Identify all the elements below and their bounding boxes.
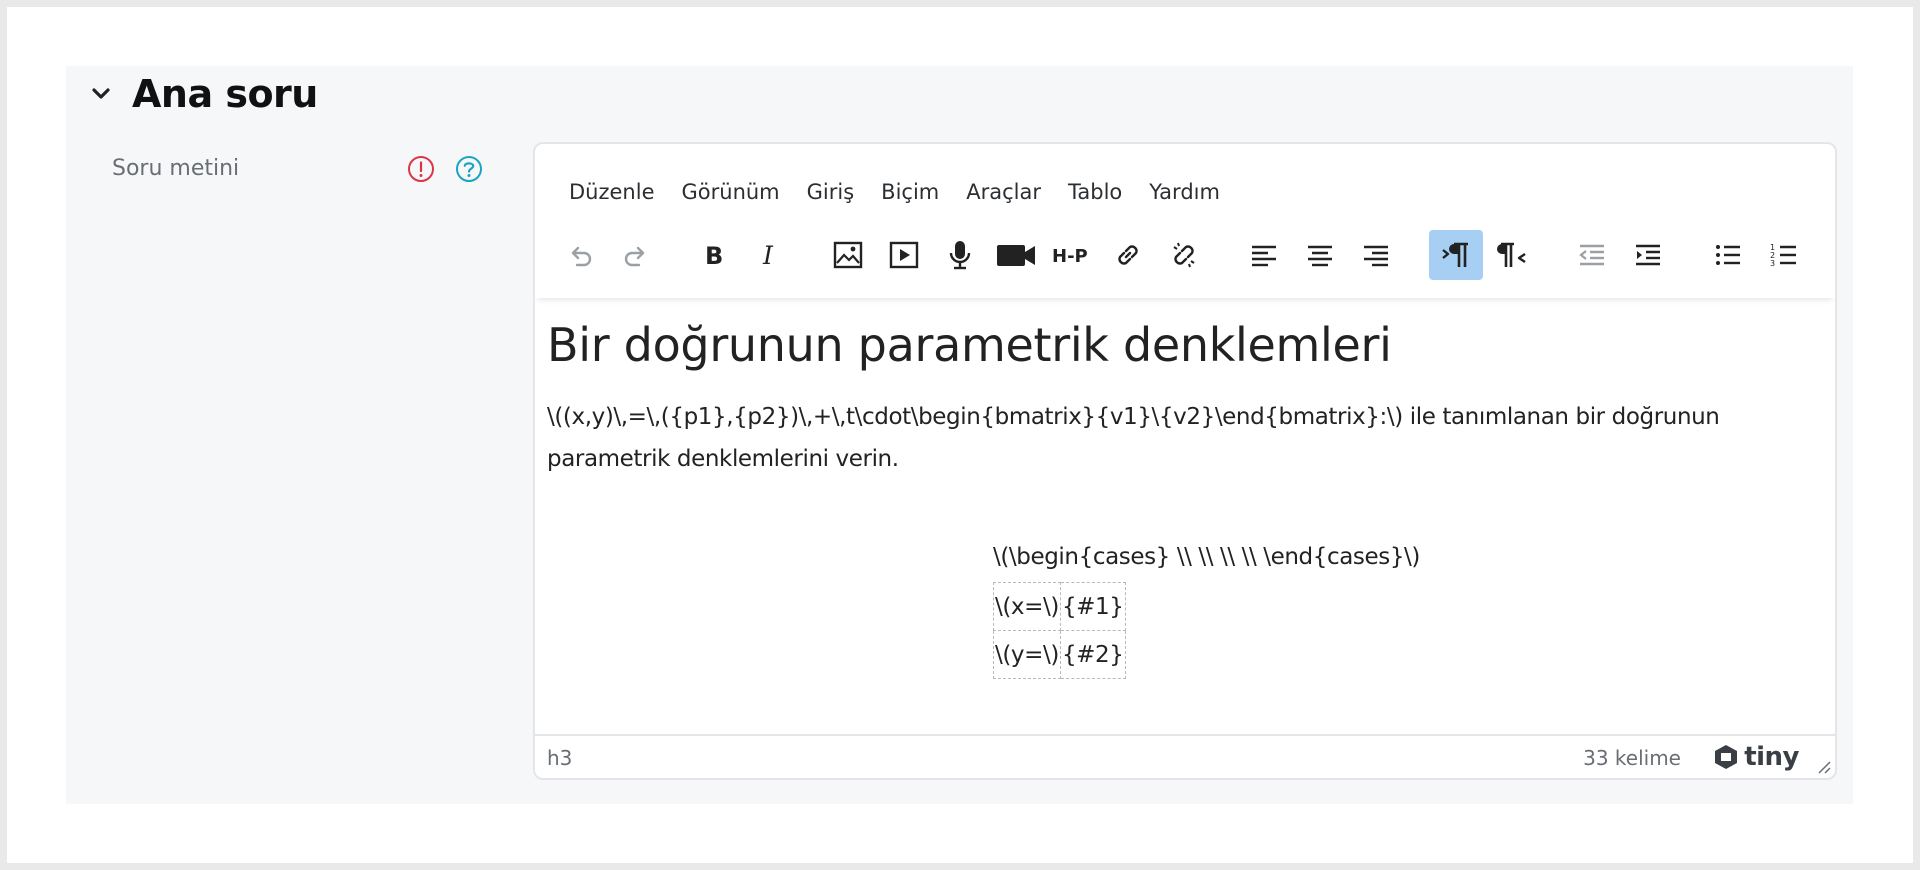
italic-icon: I xyxy=(762,241,774,270)
align-center-icon xyxy=(1308,245,1332,267)
unlink-button[interactable] xyxy=(1157,230,1211,280)
question-section: Ana soru Soru metini Düzenle Görünüm Gir… xyxy=(66,66,1853,804)
content-paragraph: \((x,y)\,=\,({p1},{p2})\,+\,t\cdot\begin… xyxy=(547,404,1720,472)
menu-view[interactable]: Görünüm xyxy=(682,180,780,204)
menu-tools[interactable]: Araçlar xyxy=(966,180,1041,204)
field-label: Soru metini xyxy=(112,156,240,181)
menu-help[interactable]: Yardım xyxy=(1149,180,1220,204)
align-center-button[interactable] xyxy=(1293,230,1347,280)
table-cell-label[interactable]: \(y=\) xyxy=(993,630,1061,679)
bold-icon: B xyxy=(705,242,723,270)
redo-button[interactable] xyxy=(609,230,663,280)
svg-text:B: B xyxy=(705,242,723,270)
numbered-list-icon: 123 xyxy=(1770,243,1796,268)
numbered-list-button[interactable]: 123 xyxy=(1757,230,1811,280)
outdent-icon xyxy=(1579,244,1604,266)
content-heading: Bir doğrunun parametrik denklemleri xyxy=(547,318,1392,372)
editor-toolbar: B I H-P 1 2 3 xyxy=(535,220,1835,298)
section-title: Ana soru xyxy=(132,72,318,116)
chevron-down-icon[interactable] xyxy=(86,79,116,109)
align-left-button[interactable] xyxy=(1237,230,1291,280)
page: Ana soru Soru metini Düzenle Görünüm Gir… xyxy=(7,7,1913,863)
word-count[interactable]: 33 kelime xyxy=(1583,746,1681,770)
element-path[interactable]: h3 xyxy=(547,746,572,770)
h5p-icon: H-P xyxy=(1052,246,1088,267)
insert-image-button[interactable] xyxy=(821,230,875,280)
rtl-button[interactable] xyxy=(1485,230,1539,280)
indent-icon xyxy=(1636,244,1660,266)
record-audio-button[interactable] xyxy=(933,230,987,280)
svg-text:H-P: H-P xyxy=(1052,246,1088,267)
cases-line: \(\begin{cases} \\ \\ \\ \\ \end{cases}\… xyxy=(993,544,1420,570)
svg-text:I: I xyxy=(762,241,774,270)
menu-table[interactable]: Tablo xyxy=(1068,180,1122,204)
section-header[interactable]: Ana soru xyxy=(86,72,318,116)
tiny-logo[interactable]: tiny xyxy=(1712,742,1799,772)
bullet-list-icon xyxy=(1716,245,1740,265)
menu-insert[interactable]: Giriş xyxy=(807,180,855,204)
h5p-button[interactable]: H-P xyxy=(1045,230,1099,280)
image-icon xyxy=(833,241,863,269)
rich-text-editor: Düzenle Görünüm Giriş Biçim Araçlar Tabl… xyxy=(533,142,1837,780)
undo-button[interactable] xyxy=(553,230,607,280)
table-cell-value[interactable]: {#1} xyxy=(1059,582,1126,631)
menu-edit[interactable]: Düzenle xyxy=(569,180,655,204)
left-to-right-icon xyxy=(1442,242,1468,267)
editor-menubar: Düzenle Görünüm Giriş Biçim Araçlar Tabl… xyxy=(535,144,1835,212)
field-icons xyxy=(406,154,484,184)
table-row: \(x=\) {#1} xyxy=(993,582,1126,631)
align-right-icon xyxy=(1364,245,1388,267)
table-cell-label[interactable]: \(x=\) xyxy=(993,582,1061,631)
link-icon xyxy=(1118,245,1138,265)
record-video-button[interactable] xyxy=(989,230,1043,280)
align-right-button[interactable] xyxy=(1349,230,1403,280)
insert-link-button[interactable] xyxy=(1101,230,1155,280)
right-to-left-icon xyxy=(1497,242,1526,267)
resize-handle-icon[interactable] xyxy=(1815,758,1831,774)
align-left-icon xyxy=(1252,245,1276,267)
tiny-brand-text: tiny xyxy=(1744,742,1799,772)
ltr-button[interactable] xyxy=(1429,230,1483,280)
unlink-icon xyxy=(1173,242,1195,268)
undo-icon xyxy=(571,246,592,267)
media-icon xyxy=(889,241,919,269)
outdent-button[interactable] xyxy=(1565,230,1619,280)
editor-content[interactable]: Bir doğrunun parametrik denklemleri \((x… xyxy=(535,304,1835,714)
video-camera-icon xyxy=(997,245,1035,266)
table-cell-value[interactable]: {#2} xyxy=(1059,630,1126,679)
bold-button[interactable]: B xyxy=(685,230,739,280)
equation-table: \(x=\) {#1} \(y=\) {#2} xyxy=(993,582,1126,679)
insert-media-button[interactable] xyxy=(877,230,931,280)
svg-text:3: 3 xyxy=(1770,259,1775,268)
help-icon[interactable] xyxy=(454,154,484,184)
menu-format[interactable]: Biçim xyxy=(881,180,939,204)
redo-icon xyxy=(624,246,645,267)
table-row: \(y=\) {#2} xyxy=(993,630,1126,679)
tiny-logo-icon xyxy=(1715,745,1738,769)
editor-statusbar: h3 33 kelime tiny xyxy=(535,734,1835,778)
italic-button[interactable]: I xyxy=(741,230,795,280)
required-icon xyxy=(406,154,436,184)
microphone-icon xyxy=(949,241,971,270)
indent-button[interactable] xyxy=(1621,230,1675,280)
bullet-list-button[interactable] xyxy=(1701,230,1755,280)
